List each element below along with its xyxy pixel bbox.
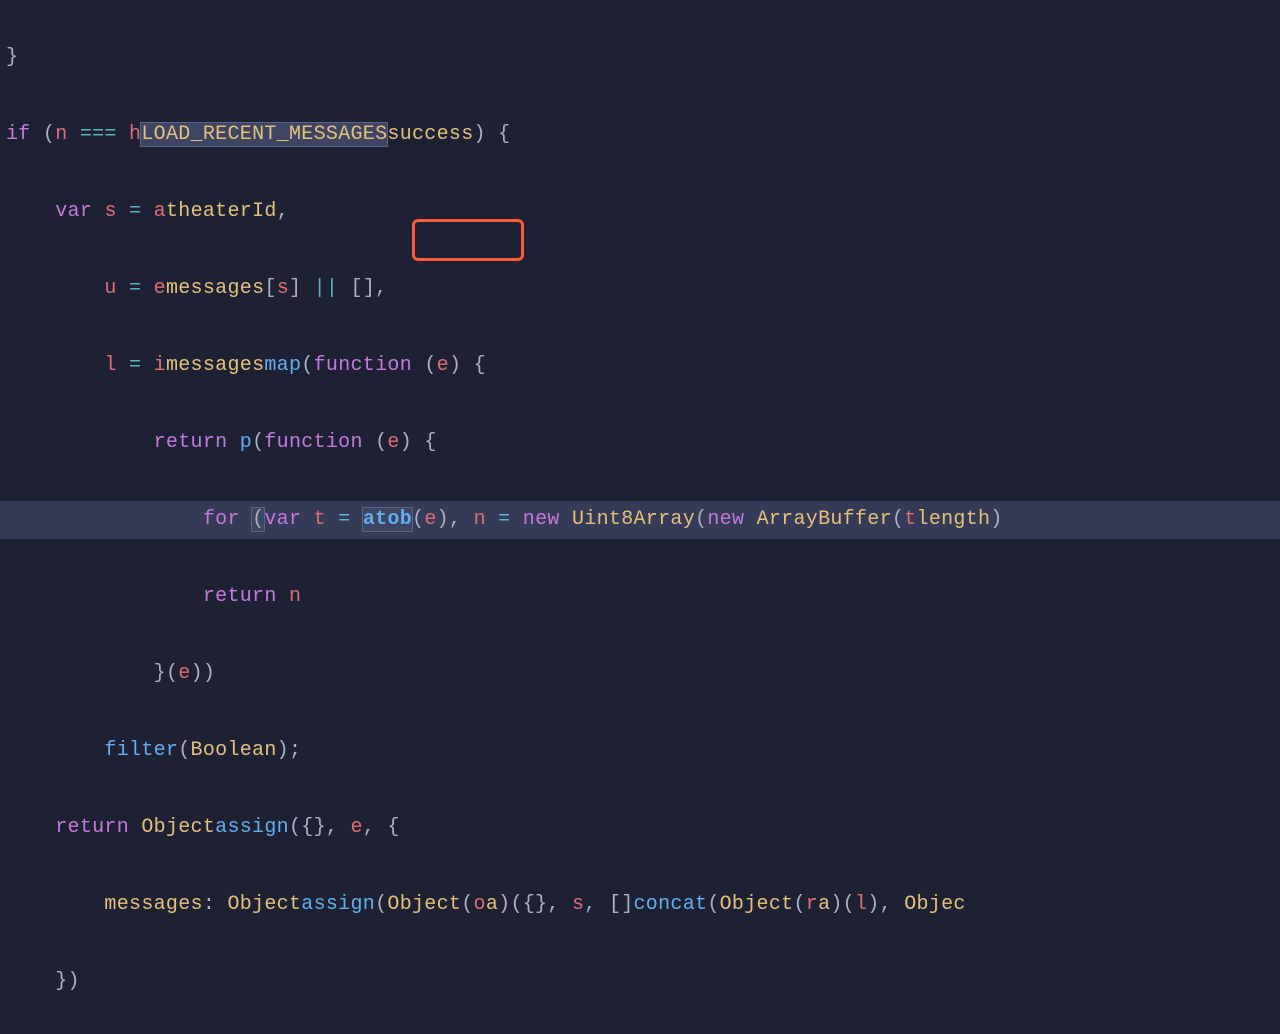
code-line: return n — [0, 578, 1280, 617]
code-editor-view[interactable]: } if (n === hLOAD_RECENT_MESSAGESsuccess… — [0, 0, 1280, 1034]
code-line-highlighted: for (var t = atob(e), n = new Uint8Array… — [0, 501, 1280, 540]
code-line: var s = atheaterId, — [0, 193, 1280, 232]
code-line: if (n === hLOAD_RECENT_MESSAGESsuccess) … — [0, 116, 1280, 155]
code-line: filter(Boolean); — [0, 732, 1280, 771]
code-line: }) — [0, 963, 1280, 1002]
code-line: } — [0, 39, 1280, 78]
code-line: return Objectassign({}, e, { — [0, 809, 1280, 848]
code-line: messages: Objectassign(Object(oa)({}, s,… — [0, 886, 1280, 925]
atob-call: atob — [362, 507, 413, 532]
code-line: return p(function (e) { — [0, 424, 1280, 463]
code-line: u = emessages[s] || [], — [0, 270, 1280, 309]
code-line: l = imessagesmap(function (e) { — [0, 347, 1280, 386]
code-line: }(e)) — [0, 655, 1280, 694]
